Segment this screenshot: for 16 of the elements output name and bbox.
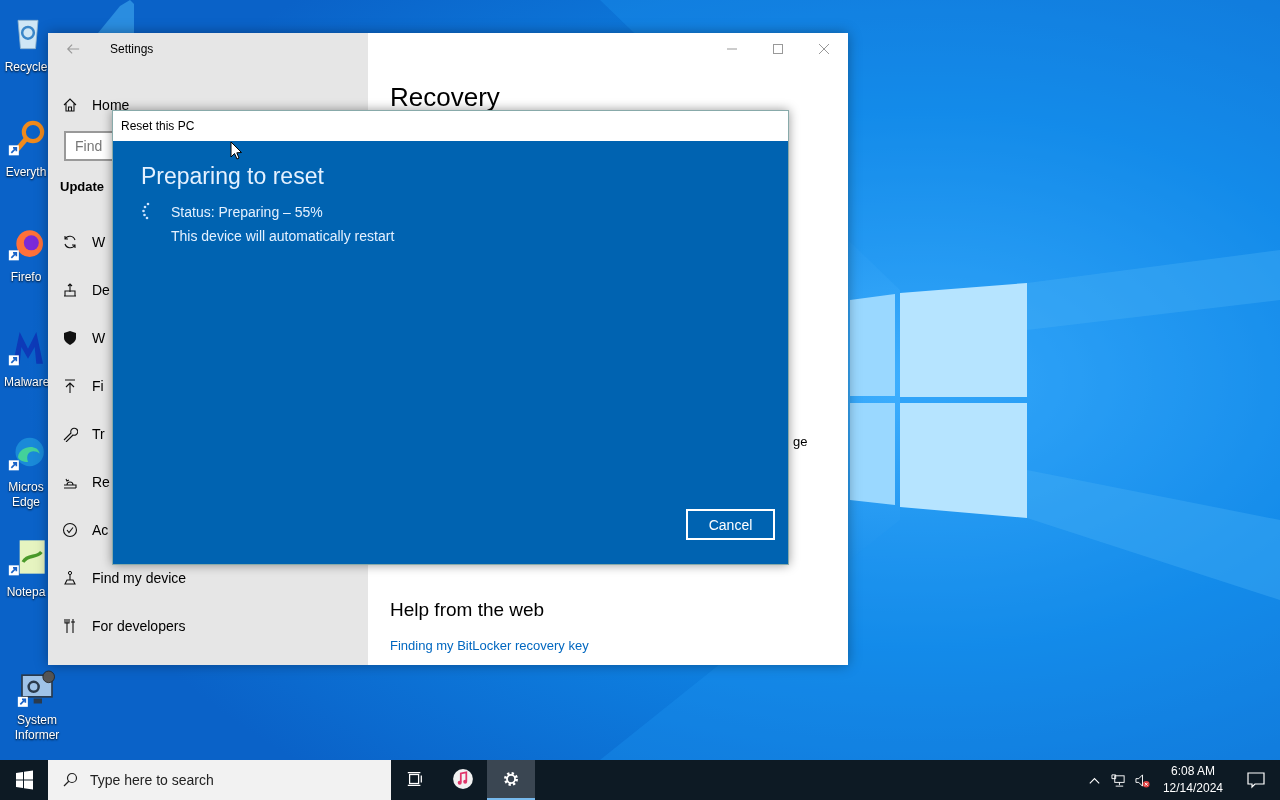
icon-label: Malware [3,375,48,390]
window-title: Settings [110,42,154,56]
icon-label: Notepa [5,585,47,600]
section-heading: Help from the web [390,599,546,621]
icon-label: Everyth [4,165,48,180]
dialog-heading: Preparing to reset [141,163,324,190]
section-heading: Update [60,179,106,194]
body-text: ge [793,434,808,449]
icon-label: Firefo [9,270,43,285]
icon-label: System Informer [13,713,61,743]
dialog-title: Reset this PC [121,119,195,133]
icon-label: Micros Edge [7,480,45,510]
icon-label: Recycle [3,60,48,75]
page-heading: Recovery [390,83,500,111]
status-text: Status: Preparing – 55% [171,204,324,220]
restart-note: This device will automatically restart [171,228,395,244]
